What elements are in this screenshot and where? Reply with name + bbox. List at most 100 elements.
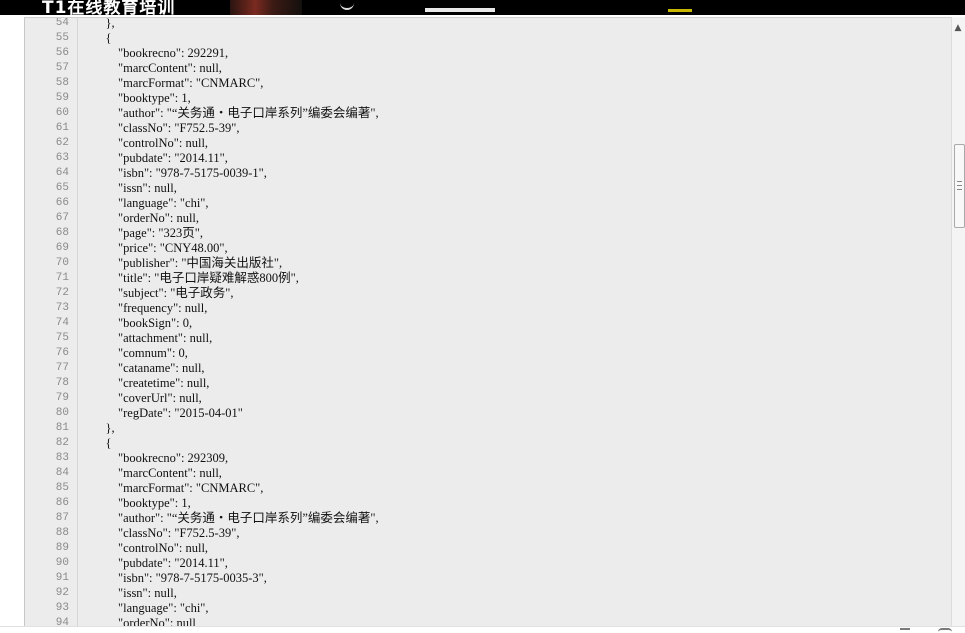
code-line: 78 "createtime": null, [25, 376, 952, 391]
line-number: 63 [55, 152, 69, 164]
line-number: 68 [55, 227, 69, 239]
code-text: "language": "chi", [93, 196, 209, 210]
code-line: 60 "author": "“关务通・电子口岸系列”编委会编著", [25, 106, 952, 121]
code-text: "coverUrl": null, [93, 391, 202, 405]
code-line: 72 "subject": "电子政务", [25, 286, 952, 301]
code-text: "frequency": null, [93, 301, 208, 315]
code-line: 59 "booktype": 1, [25, 91, 952, 106]
left-margin [0, 15, 24, 633]
bottom-bar-icon [938, 628, 952, 633]
banner-photo [230, 0, 302, 15]
banner-decoration [425, 0, 495, 12]
code-text: "issn": null, [93, 586, 177, 600]
code-text: }, [93, 421, 115, 435]
code-text: "cataname": null, [93, 361, 205, 375]
line-number: 77 [55, 362, 69, 374]
line-number: 91 [55, 572, 69, 584]
line-number: 72 [55, 287, 69, 299]
code-line: 75 "attachment": null, [25, 331, 952, 346]
line-number: 84 [55, 467, 69, 479]
banner-decoration [340, 2, 354, 10]
code-line: 79 "coverUrl": null, [25, 391, 952, 406]
line-number: 90 [55, 557, 69, 569]
line-number: 86 [55, 497, 69, 509]
code-line: 58 "marcFormat": "CNMARC", [25, 76, 952, 91]
code-text: "classNo": "F752.5-39", [93, 121, 240, 135]
code-line: 83 "bookrecno": 292309, [25, 451, 952, 466]
code-line: 71 "title": "电子口岸疑难解惑800例", [25, 271, 952, 286]
line-number: 70 [55, 257, 69, 269]
code-text: "marcContent": null, [93, 61, 222, 75]
code-text: { [93, 31, 112, 45]
code-line: 91 "isbn": "978-7-5175-0035-3", [25, 571, 952, 586]
json-code-viewer[interactable]: 54 }, 55 {56 "bookrecno": 292291, 57 "marc… [24, 17, 952, 627]
code-text: "createtime": null, [93, 376, 210, 390]
code-line: 82 { [25, 436, 952, 451]
line-number: 55 [55, 32, 69, 44]
code-line: 69 "price": "CNY48.00", [25, 241, 952, 256]
code-line: 89 "controlNo": null, [25, 541, 952, 556]
scroll-up-arrow-icon[interactable]: ▲ [952, 22, 964, 34]
code-line: 63 "pubdate": "2014.11", [25, 151, 952, 166]
line-number: 92 [55, 587, 69, 599]
line-number: 73 [55, 302, 69, 314]
code-line: 67 "orderNo": null, [25, 211, 952, 226]
code-line: 90 "pubdate": "2014.11", [25, 556, 952, 571]
code-line: 88 "classNo": "F752.5-39", [25, 526, 952, 541]
code-text: "issn": null, [93, 181, 177, 195]
code-text: "marcFormat": "CNMARC", [93, 481, 264, 495]
code-line: 73 "frequency": null, [25, 301, 952, 316]
code-text: "bookSign": 0, [93, 316, 193, 330]
code-line: 84 "marcContent": null, [25, 466, 952, 481]
code-line: 85 "marcFormat": "CNMARC", [25, 481, 952, 496]
line-number: 57 [55, 62, 69, 74]
line-number: 66 [55, 197, 69, 209]
code-line: 77 "cataname": null, [25, 361, 952, 376]
line-number: 60 [55, 107, 69, 119]
code-line: 65 "issn": null, [25, 181, 952, 196]
line-number: 65 [55, 182, 69, 194]
line-number: 58 [55, 77, 69, 89]
line-number: 59 [55, 92, 69, 104]
code-text: "comnum": 0, [93, 346, 188, 360]
code-text: "attachment": null, [93, 331, 213, 345]
line-number: 62 [55, 137, 69, 149]
code-line: 80 "regDate": "2015-04-01" [25, 406, 952, 421]
code-text: "subject": "电子政务", [93, 286, 234, 300]
line-number: 85 [55, 482, 69, 494]
code-text: { [93, 436, 112, 450]
code-text: "author": "“关务通・电子口岸系列”编委会编著", [93, 511, 379, 525]
code-line: 62 "controlNo": null, [25, 136, 952, 151]
code-line: 57 "marcContent": null, [25, 61, 952, 76]
code-line: 64 "isbn": "978-7-5175-0039-1", [25, 166, 952, 181]
code-text: "marcFormat": "CNMARC", [93, 76, 264, 90]
code-text: "regDate": "2015-04-01" [93, 406, 243, 420]
line-number: 74 [55, 317, 69, 329]
line-number: 82 [55, 437, 69, 449]
code-line: 76 "comnum": 0, [25, 346, 952, 361]
code-lines: 54 }, 55 {56 "bookrecno": 292291, 57 "marc… [25, 17, 952, 627]
code-text: "language": "chi", [93, 601, 209, 615]
code-text: "title": "电子口岸疑难解惑800例", [93, 271, 299, 285]
code-text: "booktype": 1, [93, 91, 191, 105]
line-number: 79 [55, 392, 69, 404]
scroll-thumb[interactable] [954, 144, 965, 228]
code-text: }, [93, 17, 115, 30]
code-text: "author": "“关务通・电子口岸系列”编委会编著", [93, 106, 379, 120]
code-text: "pubdate": "2014.11", [93, 151, 228, 165]
code-text: "classNo": "F752.5-39", [93, 526, 240, 540]
line-number: 67 [55, 212, 69, 224]
line-number: 80 [55, 407, 69, 419]
line-number: 61 [55, 122, 69, 134]
code-text: "bookrecno": 292309, [93, 451, 229, 465]
code-line: 74 "bookSign": 0, [25, 316, 952, 331]
code-line: 87 "author": "“关务通・电子口岸系列”编委会编著", [25, 511, 952, 526]
code-text: "isbn": "978-7-5175-0039-1", [93, 166, 267, 180]
scroll-thumb-grip-icon [957, 181, 962, 190]
code-line: 55 { [25, 31, 952, 46]
line-number: 93 [55, 602, 69, 614]
line-number: 78 [55, 377, 69, 389]
code-text: "bookrecno": 292291, [93, 46, 229, 60]
vertical-scrollbar[interactable] [951, 17, 965, 626]
code-text: "marcContent": null, [93, 466, 222, 480]
